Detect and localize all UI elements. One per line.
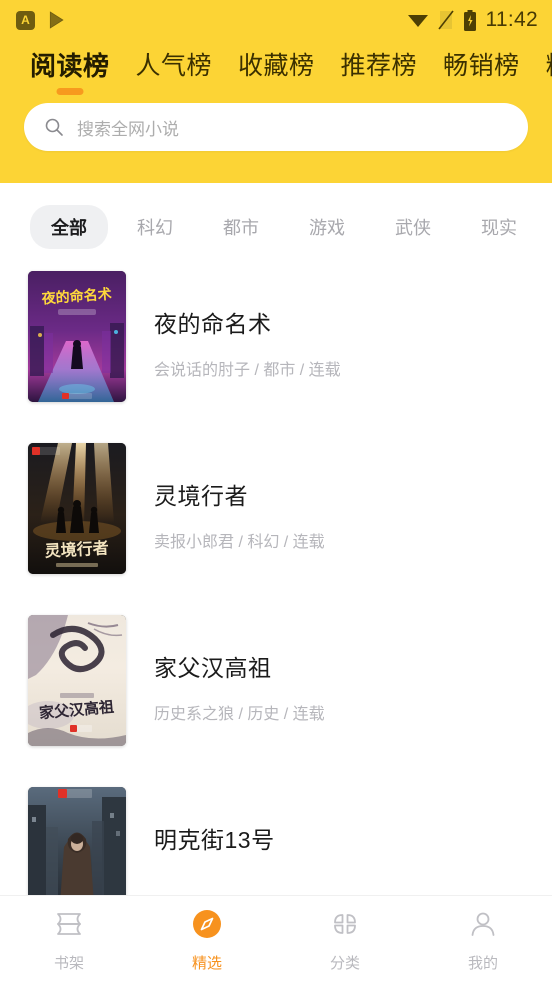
tab-label: 收藏榜 [238,52,315,80]
book-info: 灵境行者 卖报小郎君 / 科幻 / 连载 [154,443,325,552]
status-bar-left: A [16,10,67,30]
search-bar-container: 搜索全网小说 [0,97,552,151]
chip-game[interactable]: 游戏 [288,205,366,249]
person-icon [464,905,502,943]
nav-label: 我的 [467,954,498,972]
tab-active-indicator [56,88,84,95]
book-cover[interactable]: 灵境行者 [28,443,126,574]
battery-charging-icon [463,9,477,31]
chip-scifi[interactable]: 科幻 [116,205,194,249]
book-list-item[interactable]: 家父汉高祖 家父汉高祖 历史系之狼 / 历史 / 连载 [0,615,552,746]
nav-item-categories[interactable]: 分类 [276,905,414,973]
status-bar-right: 11:42 [407,8,539,32]
bottom-navigation-bar: 书架 精选 分类 我的 [0,895,552,981]
tab-collection-rank[interactable]: 收藏榜 [238,46,315,96]
tab-label: 人气榜 [135,52,213,80]
tab-bestseller-rank[interactable]: 畅销榜 [443,46,520,96]
status-bar-clock: 11:42 [485,8,538,31]
book-cover[interactable]: 夜的命名术 [28,271,126,402]
app-header: A 11:42 阅读榜 人气榜 收藏榜 推荐榜 畅销榜 搜索全网小说 [0,0,552,183]
nav-item-profile[interactable]: 我的 [414,905,552,973]
book-title: 灵境行者 [154,483,248,509]
book-info: 夜的命名术 会说话的肘子 / 都市 / 连载 [154,271,341,380]
book-subtitle: 会说话的肘子 / 都市 / 连载 [154,362,341,379]
no-sim-icon [437,10,454,30]
book-info: 家父汉高祖 历史系之狼 / 历史 / 连载 [154,615,325,724]
category-chip-bar[interactable]: 全部 科幻 都市 游戏 武侠 现实 [0,183,552,249]
tab-label: 推荐榜 [340,52,418,80]
app-screen: A 11:42 阅读榜 人气榜 收藏榜 推荐榜 畅销榜 搜索全网小说 全部 科幻… [0,0,552,981]
tab-popularity-rank[interactable]: 人气榜 [136,46,213,96]
tab-recommend-rank[interactable]: 推荐榜 [341,46,418,96]
grid-petals-icon [326,905,364,943]
nav-item-featured[interactable]: 精选 [138,905,276,973]
chip-all[interactable]: 全部 [30,205,108,249]
tab-label: 粉 [546,46,552,82]
nav-label: 分类 [329,954,360,972]
book-title: 明克街13号 [154,827,275,853]
book-title: 家父汉高祖 [154,655,272,681]
search-input[interactable]: 搜索全网小说 [24,103,528,151]
app-badge-a-icon: A [16,10,35,30]
book-list: 夜的命名术 夜的命名术 会说话的肘子 / 都市 / 连载 灵境行者 灵境行者 卖… [0,249,552,918]
nav-label: 精选 [191,954,222,972]
chip-realistic[interactable]: 现实 [460,205,538,249]
tab-label: 畅销榜 [443,52,520,80]
book-list-item[interactable]: 灵境行者 灵境行者 卖报小郎君 / 科幻 / 连载 [0,443,552,574]
tab-reading-rank[interactable]: 阅读榜 [30,46,110,97]
book-subtitle: 卖报小郎君 / 科幻 / 连载 [154,534,325,551]
status-bar: A 11:42 [0,0,552,40]
book-list-item[interactable]: 夜的命名术 夜的命名术 会说话的肘子 / 都市 / 连载 [0,271,552,402]
bookshelf-icon [50,905,88,943]
chip-urban[interactable]: 都市 [202,205,280,249]
wifi-icon [407,12,429,28]
rank-tab-bar[interactable]: 阅读榜 人气榜 收藏榜 推荐榜 畅销榜 粉 [0,40,552,97]
book-title: 夜的命名术 [154,311,272,337]
tab-label: 阅读榜 [30,51,110,81]
book-cover[interactable]: 家父汉高祖 [28,615,126,746]
chip-wuxia[interactable]: 武侠 [374,205,452,249]
tab-fan-rank[interactable]: 粉 [546,46,552,96]
book-info: 明克街13号 [154,787,275,872]
book-subtitle: 历史系之狼 / 历史 / 连载 [154,706,325,723]
search-placeholder: 搜索全网小说 [77,119,179,139]
nav-label: 书架 [53,954,84,972]
nav-item-bookshelf[interactable]: 书架 [0,905,138,973]
play-store-icon [47,10,67,30]
compass-icon [188,905,226,943]
search-icon [44,117,64,137]
